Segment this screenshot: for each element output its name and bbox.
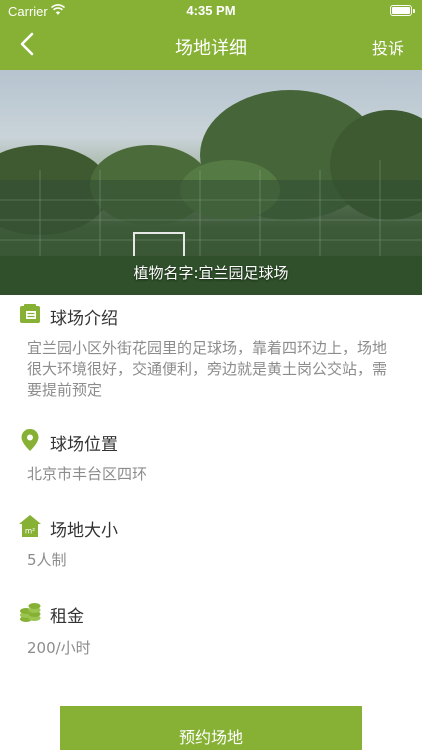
book-field-button[interactable]: 预约场地 [60,706,362,750]
area-house-icon: m² [19,515,41,537]
location-text: 北京市丰台区四环 [27,465,148,483]
battery-icon [390,5,415,16]
rent-text: 200/小时 [27,639,91,657]
size-section: m² 场地大小 5人制 [0,514,422,574]
intro-title: 球场介绍 [50,309,118,329]
rent-section: 租金 200/小时 [0,600,422,660]
document-icon [20,304,40,323]
rent-title: 租金 [50,607,84,627]
coins-icon [20,603,41,622]
location-pin-icon [21,429,39,451]
photo-caption: 植物名字:宜兰园足球场 [133,264,289,282]
page-title: 场地详细 [175,38,247,59]
field-photo: 植物名字:宜兰园足球场 [0,70,422,295]
intro-text: 宜兰园小区外街花园里的足球场，靠着四环边上，场地很大环境很好，交通便利，旁边就是… [27,339,388,399]
location-section: 球场位置 北京市丰台区四环 [0,428,422,488]
intro-section: 球场介绍 宜兰园小区外街花园里的足球场，靠着四环边上，场地很大环境很好，交通便利… [0,302,422,402]
area-unit-label: m² [25,527,35,536]
size-title: 场地大小 [50,521,118,541]
location-title: 球场位置 [50,435,118,455]
top-bar: Carrier 4:35 PM 场地详细 投诉 [0,0,422,70]
size-text: 5人制 [27,551,67,569]
status-time: 4:35 PM [186,3,236,18]
nav-bar: 场地详细 投诉 [0,22,422,70]
complain-button[interactable]: 投诉 [372,35,404,59]
status-bar: Carrier 4:35 PM [0,0,422,22]
